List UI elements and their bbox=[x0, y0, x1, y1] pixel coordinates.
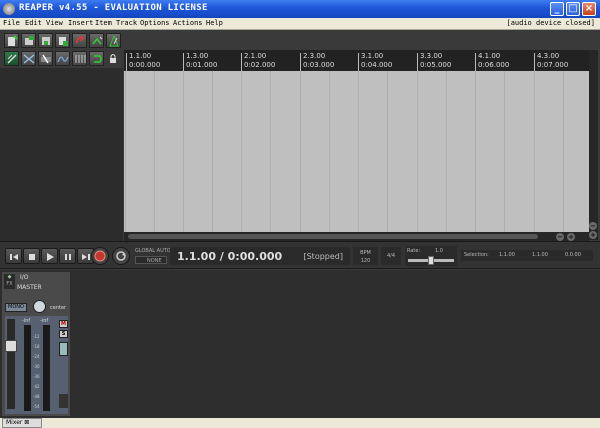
repeat-button[interactable] bbox=[112, 247, 130, 265]
ruler-mark: 1.3.00 0:01.000 bbox=[186, 52, 218, 69]
pan-knob[interactable] bbox=[33, 300, 46, 313]
ruler-mark: 3.1.00 0:04.000 bbox=[361, 52, 393, 69]
menu-edit[interactable]: Edit bbox=[25, 19, 42, 27]
envelope-icon[interactable] bbox=[55, 51, 70, 66]
lock-icon[interactable] bbox=[106, 51, 121, 66]
scrollbar-thumb[interactable] bbox=[128, 234, 538, 239]
ruler-mark: 2.1.00 0:02.000 bbox=[244, 52, 276, 69]
menu-actions[interactable]: Actions bbox=[173, 19, 203, 27]
zoom-out-vertical-icon[interactable]: − bbox=[589, 222, 597, 230]
menu-help[interactable]: Help bbox=[206, 19, 223, 27]
vertical-scrollbar[interactable]: − + bbox=[589, 50, 598, 240]
menu-file[interactable]: File bbox=[3, 19, 20, 27]
reaper-window: REAPER v4.55 - EVALUATION LICENSE _ □ × … bbox=[0, 0, 600, 428]
zoom-out-horizontal-icon[interactable]: − bbox=[556, 233, 564, 241]
ruler-mark: 4.3.00 0:07.000 bbox=[537, 52, 569, 69]
menu-options[interactable]: Options bbox=[140, 19, 170, 27]
record-button[interactable] bbox=[91, 247, 109, 265]
window-title: REAPER v4.55 - EVALUATION LICENSE bbox=[19, 3, 208, 13]
volume-fader-track[interactable] bbox=[7, 319, 15, 409]
mute-button[interactable]: M bbox=[59, 320, 68, 328]
menu-insert[interactable]: Insert bbox=[68, 19, 93, 27]
zoom-in-horizontal-icon[interactable]: + bbox=[567, 233, 575, 241]
phase-icon[interactable] bbox=[59, 394, 68, 408]
ruler-mark: 2.3.00 0:03.000 bbox=[303, 52, 335, 69]
save-project-icon[interactable] bbox=[38, 33, 53, 48]
mono-button[interactable]: MONO bbox=[5, 303, 27, 312]
ruler-mark: 4.1.00 0:06.000 bbox=[478, 52, 510, 69]
master-channel-strip: ◆ FX I/O MASTER MONO center -inf -inf -12… bbox=[2, 272, 70, 416]
route-icon[interactable] bbox=[59, 342, 68, 356]
menu-item[interactable]: Item bbox=[95, 19, 112, 27]
auto-crossfade-icon[interactable] bbox=[21, 51, 36, 66]
global-auto-button[interactable]: NONE bbox=[135, 256, 167, 264]
ruler-mark: 3.3.00 0:05.000 bbox=[420, 52, 452, 69]
new-project-icon[interactable] bbox=[4, 33, 19, 48]
horizontal-scrollbar[interactable]: − + bbox=[124, 232, 589, 241]
play-state: [Stopped] bbox=[303, 252, 343, 261]
playrate-slider-knob[interactable] bbox=[428, 256, 434, 265]
ruler-mark: 1.1.00 0:00.000 bbox=[129, 52, 161, 69]
time-display[interactable]: 1.1.00 / 0:00.000 [Stopped] bbox=[170, 247, 350, 265]
play-button[interactable] bbox=[41, 248, 58, 264]
snap-icon[interactable] bbox=[72, 51, 87, 66]
ripple-edit-icon[interactable] bbox=[38, 51, 53, 66]
left-peak-readout: -inf bbox=[22, 318, 31, 324]
zoom-in-vertical-icon[interactable]: + bbox=[589, 231, 597, 239]
io-button[interactable]: I/O bbox=[20, 274, 29, 281]
redo-icon[interactable] bbox=[89, 33, 104, 48]
minimize-button[interactable]: _ bbox=[550, 2, 564, 16]
title-bar[interactable]: REAPER v4.55 - EVALUATION LICENSE _ □ × bbox=[0, 0, 600, 18]
timeline-ruler[interactable]: 1.1.00 0:00.000 1.3.00 0:01.000 2.1.00 0:02… bbox=[124, 50, 589, 71]
menu-view[interactable]: View bbox=[46, 19, 63, 27]
left-meter bbox=[24, 325, 31, 411]
fx-button[interactable]: ◆ FX bbox=[4, 274, 15, 289]
position-readout: 1.1.00 / 0:00.000 bbox=[177, 250, 283, 263]
maximize-button[interactable]: □ bbox=[566, 2, 580, 16]
selection-display[interactable]: Selection: 1.1.00 1.1.00 0.0.00 bbox=[461, 250, 593, 261]
go-to-start-button[interactable] bbox=[5, 248, 22, 264]
playrate-control[interactable]: Rate: 1.0 bbox=[405, 246, 457, 266]
undo-icon[interactable] bbox=[72, 33, 87, 48]
grid-icon[interactable] bbox=[4, 51, 19, 66]
transport-bar: GLOBAL AUTO NONE 1.1.00 / 0:00.000 [Stop… bbox=[0, 241, 600, 269]
bpm-display[interactable]: BPM 120 bbox=[353, 247, 378, 265]
docker-tabs: Mixer ⊠ bbox=[0, 418, 600, 428]
loop-icon[interactable] bbox=[89, 51, 104, 66]
pause-button[interactable] bbox=[59, 248, 76, 264]
audio-status: [audio device closed] bbox=[506, 19, 595, 27]
menu-track[interactable]: Track bbox=[116, 19, 137, 27]
global-auto-label: GLOBAL AUTO bbox=[135, 248, 171, 254]
stop-button[interactable] bbox=[23, 248, 40, 264]
solo-button[interactable]: S bbox=[59, 330, 68, 338]
right-peak-readout: -inf bbox=[40, 318, 49, 324]
close-button[interactable]: × bbox=[582, 2, 596, 16]
mixer-tab[interactable]: Mixer ⊠ bbox=[2, 418, 42, 428]
pan-label: center bbox=[50, 305, 67, 311]
time-signature[interactable]: 4/4 bbox=[381, 247, 401, 265]
right-meter bbox=[43, 325, 50, 411]
main-toolbar bbox=[0, 31, 124, 68]
metronome-icon[interactable] bbox=[106, 33, 121, 48]
project-settings-icon[interactable] bbox=[55, 33, 70, 48]
master-label: MASTER bbox=[17, 284, 42, 291]
menu-bar: File Edit View Insert Item Track Options… bbox=[0, 18, 600, 30]
track-control-panel[interactable] bbox=[0, 68, 123, 241]
open-project-icon[interactable] bbox=[21, 33, 36, 48]
arrange-view[interactable] bbox=[124, 71, 589, 232]
mixer-panel: ◆ FX I/O MASTER MONO center -inf -inf -12… bbox=[0, 270, 600, 418]
volume-fader-knob[interactable] bbox=[5, 340, 17, 352]
app-icon bbox=[3, 3, 15, 15]
